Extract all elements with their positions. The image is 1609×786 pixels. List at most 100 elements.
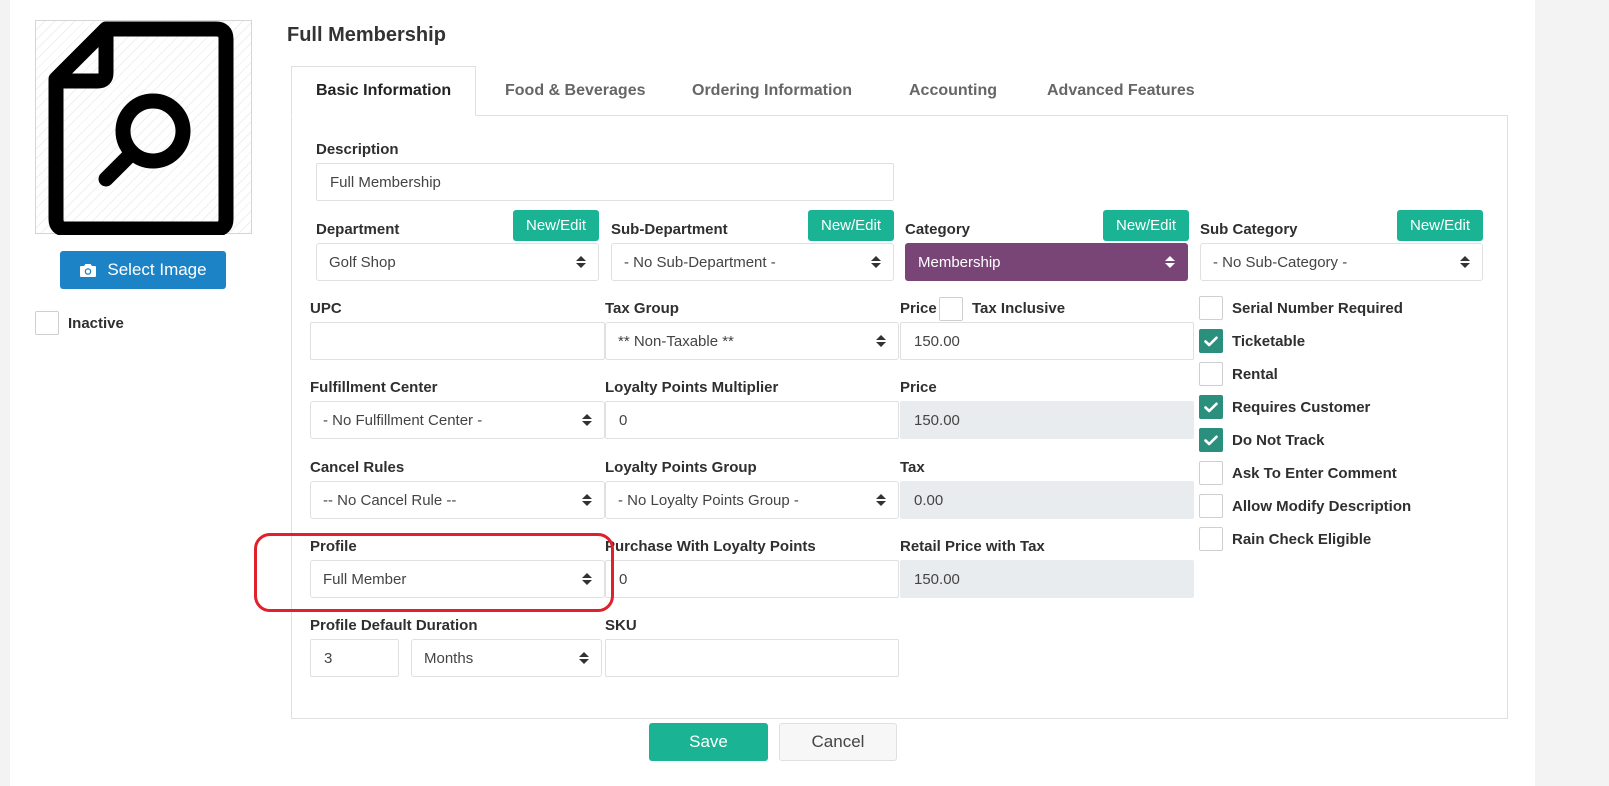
- sub-category-new-edit-button[interactable]: New/Edit: [1397, 210, 1483, 241]
- inactive-row: Inactive: [35, 311, 124, 335]
- profile-duration-value: 3: [324, 649, 333, 667]
- select-image-label: Select Image: [107, 260, 207, 279]
- tab-label: Accounting: [909, 82, 997, 99]
- flag-label: Allow Modify Description: [1232, 497, 1412, 515]
- purchase-loyalty-label: Purchase With Loyalty Points: [605, 538, 816, 555]
- upc-input[interactable]: [310, 322, 605, 360]
- flag-checkbox[interactable]: [1199, 395, 1223, 419]
- tab-basic-information[interactable]: Basic Information: [291, 66, 477, 116]
- fulfillment-center-select[interactable]: - No Fulfillment Center -: [310, 401, 605, 439]
- select-arrows-icon: [871, 256, 881, 268]
- select-arrows-icon: [582, 573, 592, 585]
- tax-group-value: ** Non-Taxable **: [618, 332, 734, 350]
- flag-label: Rain Check Eligible: [1232, 530, 1372, 548]
- tab-advanced-features[interactable]: Advanced Features: [1023, 66, 1219, 116]
- fulfillment-center-value: - No Fulfillment Center -: [323, 411, 483, 429]
- select-arrows-icon: [582, 414, 592, 426]
- flag-checkbox[interactable]: [1199, 362, 1223, 386]
- category-value: Membership: [918, 253, 1001, 271]
- tax-value: 0.00: [914, 491, 944, 509]
- department-select[interactable]: Golf Shop: [316, 243, 599, 281]
- loyalty-multiplier-label: Loyalty Points Multiplier: [605, 379, 779, 396]
- flag-row: Ask To Enter Comment: [1199, 461, 1397, 485]
- cancel-button[interactable]: Cancel: [779, 723, 897, 761]
- select-arrows-icon: [876, 335, 886, 347]
- description-value: Full Membership: [330, 173, 441, 191]
- select-arrows-icon: [1165, 256, 1175, 268]
- sub-category-value: - No Sub-Category -: [1213, 253, 1348, 271]
- profile-label: Profile: [310, 538, 357, 555]
- loyalty-group-select[interactable]: - No Loyalty Points Group -: [605, 481, 899, 519]
- purchase-loyalty-input[interactable]: 0: [605, 560, 899, 598]
- loyalty-multiplier-value: 0: [619, 411, 628, 429]
- sku-input[interactable]: [605, 639, 899, 677]
- select-arrows-icon: [579, 652, 589, 664]
- sku-label: SKU: [605, 617, 637, 634]
- profile-select[interactable]: Full Member: [310, 560, 605, 598]
- department-new-edit-button[interactable]: New/Edit: [513, 210, 599, 241]
- flag-row: Rain Check Eligible: [1199, 527, 1371, 551]
- flag-checkbox[interactable]: [1199, 461, 1223, 485]
- sub-category-select[interactable]: - No Sub-Category -: [1200, 243, 1483, 281]
- checkmark-icon: [1204, 336, 1218, 346]
- tab-accounting[interactable]: Accounting: [885, 66, 1021, 116]
- select-arrows-icon: [576, 256, 586, 268]
- department-label: Department: [316, 221, 400, 238]
- loyalty-group-label: Loyalty Points Group: [605, 459, 757, 476]
- flag-label: Requires Customer: [1232, 398, 1371, 416]
- tax-inclusive-label: Tax Inclusive: [972, 300, 1066, 317]
- tab-food-beverages[interactable]: Food & Beverages: [481, 66, 669, 116]
- flag-row: Do Not Track: [1199, 428, 1325, 452]
- category-label: Category: [905, 221, 971, 238]
- sub-department-select[interactable]: - No Sub-Department -: [611, 243, 894, 281]
- category-select[interactable]: Membership: [905, 243, 1188, 281]
- flag-checkbox[interactable]: [1199, 527, 1223, 551]
- tab-label: Basic Information: [316, 82, 452, 99]
- tab-label: Ordering Information: [692, 82, 852, 99]
- flag-row: Requires Customer: [1199, 395, 1370, 419]
- price-readonly-field: 150.00: [900, 401, 1194, 439]
- cancel-rules-select[interactable]: -- No Cancel Rule --: [310, 481, 605, 519]
- flag-label: Do Not Track: [1232, 431, 1325, 449]
- flag-label: Ask To Enter Comment: [1232, 464, 1397, 482]
- flag-checkbox[interactable]: [1199, 428, 1223, 452]
- tax-group-select[interactable]: ** Non-Taxable **: [605, 322, 899, 360]
- price-label: Price: [900, 300, 937, 317]
- flag-row: Serial Number Required: [1199, 296, 1403, 320]
- tax-readonly-field: 0.00: [900, 481, 1194, 519]
- flag-checkbox[interactable]: [1199, 494, 1223, 518]
- flag-checkbox[interactable]: [1199, 296, 1223, 320]
- tab-label: Advanced Features: [1047, 82, 1195, 99]
- description-input[interactable]: Full Membership: [316, 163, 894, 201]
- tax-group-label: Tax Group: [605, 300, 679, 317]
- profile-duration-unit-select[interactable]: Months: [411, 639, 602, 677]
- description-label: Description: [316, 141, 399, 158]
- retail-price-tax-label: Retail Price with Tax: [900, 538, 1045, 555]
- tab-ordering-information[interactable]: Ordering Information: [668, 66, 876, 116]
- retail-price-tax-value: 150.00: [914, 570, 960, 588]
- tab-label: Food & Beverages: [505, 82, 646, 99]
- flag-checkbox[interactable]: [1199, 329, 1223, 353]
- loyalty-multiplier-input[interactable]: 0: [605, 401, 899, 439]
- price-readonly-label: Price: [900, 379, 937, 396]
- flag-row: Allow Modify Description: [1199, 494, 1411, 518]
- profile-value: Full Member: [323, 570, 407, 588]
- camera-icon: [80, 263, 97, 277]
- flag-row: Rental: [1199, 362, 1278, 386]
- retail-price-tax-field: 150.00: [900, 560, 1194, 598]
- price-value: 150.00: [914, 332, 960, 350]
- flag-row: Ticketable: [1199, 329, 1305, 353]
- save-button[interactable]: Save: [649, 723, 768, 761]
- sub-department-new-edit-button[interactable]: New/Edit: [808, 210, 894, 241]
- cancel-rules-label: Cancel Rules: [310, 459, 405, 476]
- flag-label: Ticketable: [1232, 332, 1306, 350]
- fulfillment-center-label: Fulfillment Center: [310, 379, 438, 396]
- upc-label: UPC: [310, 300, 342, 317]
- tax-inclusive-checkbox[interactable]: [939, 297, 963, 321]
- select-image-button[interactable]: Select Image: [60, 251, 226, 289]
- profile-duration-input[interactable]: 3: [310, 639, 399, 677]
- inactive-checkbox[interactable]: [35, 311, 59, 335]
- category-new-edit-button[interactable]: New/Edit: [1103, 210, 1189, 241]
- price-input[interactable]: 150.00: [900, 322, 1194, 360]
- document-search-icon: [48, 21, 234, 235]
